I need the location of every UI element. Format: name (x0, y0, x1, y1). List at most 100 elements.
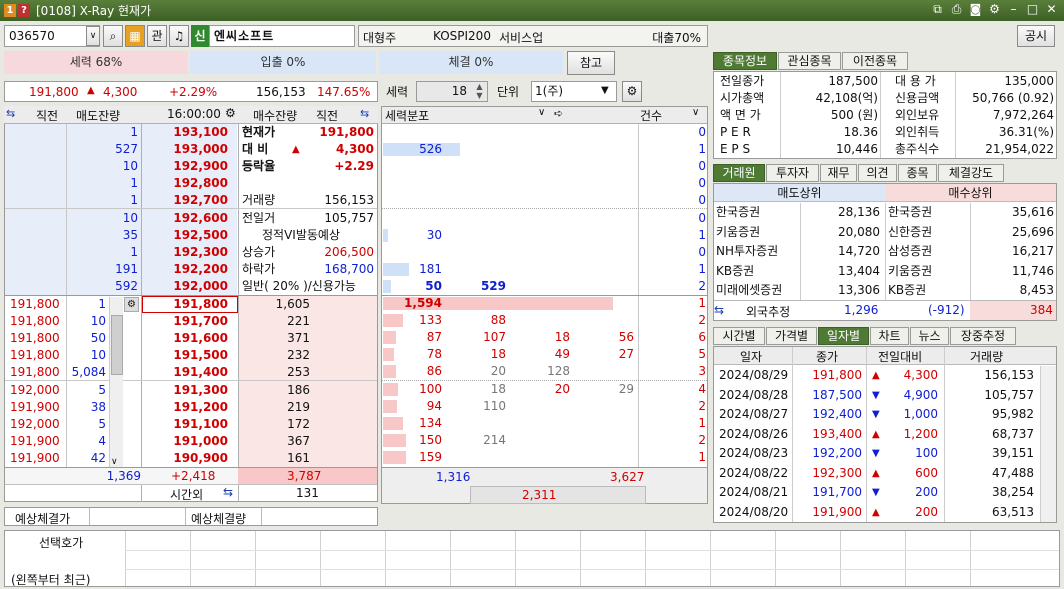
total-diff: +2,418 (171, 469, 216, 483)
broker-buy-vol: 16,217 (1012, 244, 1054, 258)
foreign-label: 외국추정 (746, 305, 791, 319)
after-hours-value: 131 (296, 486, 319, 500)
col-prev-right: 직전 (316, 109, 339, 123)
dist-total-b: 3,627 (610, 470, 645, 484)
broker-buy-name[interactable]: 삼성증권 (888, 242, 932, 261)
close-icon[interactable]: ✕ (1045, 2, 1058, 17)
dist-arrow-icon[interactable]: ➪ (554, 107, 563, 120)
tab-tabs1-0[interactable]: 종목정보 (713, 52, 777, 70)
bottom-panel: 선택호가 (왼쪽부터 최근) (4, 530, 1060, 589)
info-label: 등락율 (242, 159, 276, 174)
quote-bar: 191,800 ▲ 4,300 +2.29% 156,153 147.65% (4, 81, 378, 102)
col-sell-rem: 매도잔량 (76, 109, 121, 123)
daily-date: 2024/08/23 (719, 446, 789, 460)
tab-tabs2-1[interactable]: 투자자 (766, 164, 819, 182)
settings-icon[interactable]: ⚙ (988, 2, 1001, 17)
reference-button[interactable]: 참고 (567, 51, 615, 75)
broker-buy-name[interactable]: 신한증권 (888, 223, 932, 242)
dist-dropdown-icon[interactable]: ∨ (538, 107, 545, 118)
ask-price[interactable]: 192,000 (142, 277, 228, 296)
info-val: 10,446 (836, 142, 878, 156)
link-icon[interactable]: ⧉ (931, 2, 944, 17)
tab-tabs2-0[interactable]: 거래원 (713, 164, 765, 182)
daily-change: 4,300 (903, 368, 938, 382)
info-key: E P S (720, 142, 751, 156)
tab-tabs3-0[interactable]: 시간별 (713, 327, 765, 345)
ask-remain: 592 (115, 278, 138, 293)
foreign-net: (-912) (928, 303, 965, 317)
down-arrow-icon: ▼ (872, 487, 880, 498)
daily-date: 2024/08/21 (719, 485, 789, 499)
up-arrow-icon: ▲ (87, 85, 95, 96)
info-up-arrow-icon: ▲ (292, 144, 300, 156)
broker-buy-vol: 35,616 (1012, 205, 1054, 219)
notice-button[interactable]: 공시 (1017, 25, 1055, 47)
swap-icon[interactable]: ⇆ (6, 107, 15, 120)
swap-icon-right[interactable]: ⇆ (360, 107, 369, 120)
tab-tabs2-3[interactable]: 의견 (858, 164, 897, 182)
up-arrow-icon: ▲ (872, 467, 880, 479)
tab-tabs3-5[interactable]: 장중추정 (950, 327, 1016, 345)
broker-sell-name[interactable]: KB증권 (716, 262, 754, 281)
tab-tabs3-2[interactable]: 일자별 (818, 327, 869, 345)
current-price: 191,800 (29, 85, 79, 99)
print-icon[interactable]: ⎙ (950, 2, 963, 17)
broker-sell-name[interactable]: NH투자증권 (716, 242, 778, 261)
daily-change: 4,900 (903, 387, 938, 402)
down-arrow-icon: ▼ (872, 389, 880, 401)
after-hours-swap-icon[interactable]: ⇆ (223, 485, 233, 499)
broker-sell-name[interactable]: 한국증권 (716, 203, 760, 222)
daily-change: 200 (915, 504, 938, 519)
current-price-marker (142, 296, 238, 313)
down-arrow-icon: ▼ (872, 448, 880, 459)
bid-settings-icon[interactable]: ⚙ (124, 297, 139, 312)
capture-icon[interactable]: ◙ (969, 2, 982, 17)
search-icon[interactable]: ⌕ (103, 25, 123, 47)
broker-buy-name[interactable]: KB증권 (888, 281, 926, 300)
tab-tabs3-4[interactable]: 뉴스 (910, 327, 949, 345)
bell-icon[interactable]: ♫ (169, 25, 189, 47)
orderbook-totals: 1,369 +2,418 3,787 (5, 467, 377, 484)
daily-col-change: 전일대비 (878, 350, 923, 364)
tab-tabs1-1[interactable]: 관심종목 (778, 52, 841, 70)
dist-settings-icon[interactable]: ⚙ (622, 81, 642, 102)
daily-col-close: 종가 (816, 350, 839, 364)
broker-buy-name[interactable]: 키움증권 (888, 262, 932, 281)
tab-tabs1-2[interactable]: 이전종목 (842, 52, 908, 70)
broker-buy-vol: 11,746 (1012, 263, 1054, 278)
seryeok-spinner[interactable]: ▲ ▼ (472, 82, 487, 101)
tab-tabs2-4[interactable]: 종목 (898, 164, 937, 182)
tab-tabs3-1[interactable]: 가격별 (766, 327, 817, 345)
minimize-icon[interactable]: – (1007, 2, 1020, 17)
dist-header: 세력분포 ∨ ➪ 건수 ∨ (382, 107, 707, 124)
tab-tabs2-5[interactable]: 체결강도 (938, 164, 1004, 182)
bid-scrollbar[interactable]: ∨ (109, 297, 123, 467)
count-dropdown-icon[interactable]: ∨ (692, 107, 699, 118)
maximize-icon[interactable]: □ (1026, 2, 1039, 17)
broker-sell-vol: 13,306 (838, 283, 880, 297)
gwan-button[interactable]: 관 (147, 25, 167, 47)
daily-scrollbar[interactable] (1040, 366, 1056, 522)
daily-change: 1,000 (903, 407, 938, 421)
index-label: KOSPI200 (433, 29, 491, 43)
broker-sell-name[interactable]: 미래에셋증권 (716, 281, 782, 300)
broker-sell-name[interactable]: 키움증권 (716, 223, 760, 242)
help-icon[interactable]: ? (18, 4, 30, 17)
time-settings-icon[interactable]: ⚙ (225, 106, 236, 120)
tab-tabs3-3[interactable]: 차트 (870, 327, 909, 345)
daily-date: 2024/08/27 (719, 407, 789, 421)
stock-info-bar: 대형주 KOSPI200 서비스업 대출70% (358, 25, 708, 47)
bid-price[interactable]: 190,900 (142, 449, 228, 468)
broker-sell-header: 매도상위 (714, 184, 885, 202)
daily-close: 192,200 (812, 446, 862, 460)
broker-buy-name[interactable]: 한국증권 (888, 203, 932, 222)
after-hours-row: 시간외 ⇆ 131 (5, 484, 377, 502)
dist-bar (383, 228, 388, 242)
code-dropdown-icon[interactable]: ∨ (86, 26, 100, 46)
daily-change: 100 (915, 446, 938, 460)
unit-dropdown-icon[interactable]: ▼ (601, 85, 609, 96)
foreign-swap-icon[interactable]: ⇆ (714, 303, 724, 317)
calendar-icon[interactable]: ▦ (125, 25, 145, 47)
tab-tabs2-2[interactable]: 재무 (820, 164, 857, 182)
col-time: 16:00:00 (167, 107, 221, 121)
